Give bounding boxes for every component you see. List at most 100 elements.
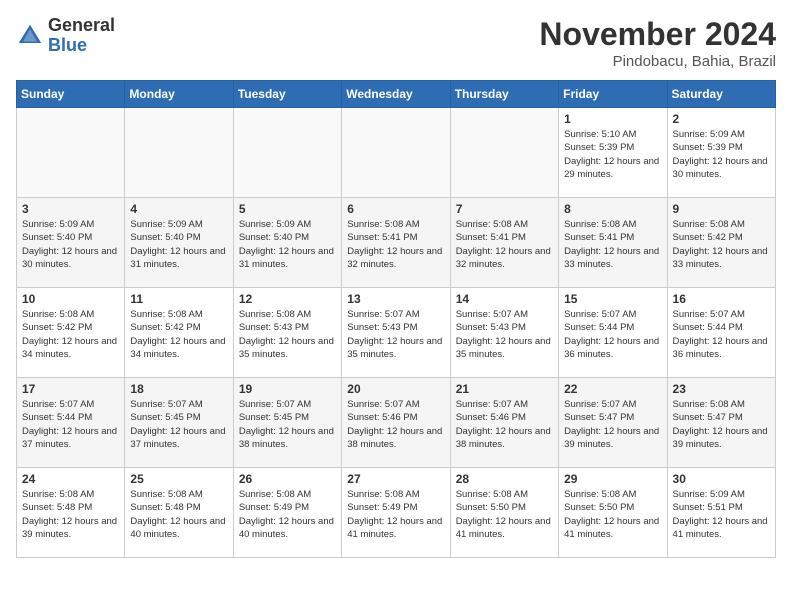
calendar-cell: 15Sunrise: 5:07 AM Sunset: 5:44 PM Dayli…	[559, 288, 667, 378]
title-block: November 2024 Pindobacu, Bahia, Brazil	[539, 16, 776, 70]
day-info: Sunrise: 5:09 AM Sunset: 5:40 PM Dayligh…	[130, 218, 227, 271]
calendar-week-row: 1 Sunrise: 5:10 AM Sunset: 5:39 PM Daylig…	[17, 108, 776, 198]
calendar-cell: 25Sunrise: 5:08 AM Sunset: 5:48 PM Dayli…	[125, 468, 233, 558]
calendar-cell: 11Sunrise: 5:08 AM Sunset: 5:42 PM Dayli…	[125, 288, 233, 378]
day-info: Sunrise: 5:07 AM Sunset: 5:45 PM Dayligh…	[130, 398, 227, 451]
calendar-cell: 27 Sunrise: 5:08 AM Sunset: 5:49 PM Dayli…	[342, 468, 450, 558]
day-info: Sunrise: 5:10 AM Sunset: 5:39 PM Dayligh…	[564, 128, 661, 181]
day-of-week-header: Wednesday	[342, 81, 450, 108]
calendar-cell	[125, 108, 233, 198]
day-number: 26	[239, 472, 336, 486]
day-info: Sunrise: 5:08 AM Sunset: 5:41 PM Dayligh…	[347, 218, 444, 271]
calendar-week-row: 24 Sunrise: 5:08 AM Sunset: 5:48 PM Dayli…	[17, 468, 776, 558]
day-number: 28	[456, 472, 553, 486]
calendar-cell: 9 Sunrise: 5:08 AM Sunset: 5:42 PM Daylig…	[667, 198, 775, 288]
day-info: Sunrise: 5:09 AM Sunset: 5:51 PM Dayligh…	[673, 488, 770, 541]
day-number: 30	[673, 472, 770, 486]
day-of-week-header: Friday	[559, 81, 667, 108]
day-number: 10	[22, 292, 119, 306]
calendar-cell: 18 Sunrise: 5:07 AM Sunset: 5:45 PM Dayli…	[125, 378, 233, 468]
page-header: General Blue November 2024 Pindobacu, Ba…	[16, 16, 776, 70]
day-of-week-header: Thursday	[450, 81, 558, 108]
calendar-cell: 24 Sunrise: 5:08 AM Sunset: 5:48 PM Dayli…	[17, 468, 125, 558]
logo-general: General	[48, 16, 115, 36]
day-info: Sunrise: 5:07 AM Sunset: 5:46 PM Dayligh…	[456, 398, 553, 451]
calendar-cell: 29Sunrise: 5:08 AM Sunset: 5:50 PM Dayli…	[559, 468, 667, 558]
day-info: Sunrise: 5:08 AM Sunset: 5:42 PM Dayligh…	[673, 218, 770, 271]
day-number: 9	[673, 202, 770, 216]
calendar-cell	[450, 108, 558, 198]
day-number: 12	[239, 292, 336, 306]
day-number: 21	[456, 382, 553, 396]
day-info: Sunrise: 5:08 AM Sunset: 5:47 PM Dayligh…	[673, 398, 770, 451]
day-number: 14	[456, 292, 553, 306]
day-number: 29	[564, 472, 661, 486]
day-number: 1	[564, 112, 661, 126]
calendar-header-row: SundayMondayTuesdayWednesdayThursdayFrid…	[17, 81, 776, 108]
calendar-cell: 22Sunrise: 5:07 AM Sunset: 5:47 PM Dayli…	[559, 378, 667, 468]
calendar-table: SundayMondayTuesdayWednesdayThursdayFrid…	[16, 80, 776, 558]
day-info: Sunrise: 5:07 AM Sunset: 5:43 PM Dayligh…	[347, 308, 444, 361]
day-info: Sunrise: 5:08 AM Sunset: 5:43 PM Dayligh…	[239, 308, 336, 361]
day-info: Sunrise: 5:08 AM Sunset: 5:48 PM Dayligh…	[22, 488, 119, 541]
calendar-cell: 17 Sunrise: 5:07 AM Sunset: 5:44 PM Dayli…	[17, 378, 125, 468]
day-number: 4	[130, 202, 227, 216]
calendar-cell: 26 Sunrise: 5:08 AM Sunset: 5:49 PM Dayli…	[233, 468, 341, 558]
day-number: 20	[347, 382, 444, 396]
calendar-cell: 19Sunrise: 5:07 AM Sunset: 5:45 PM Dayli…	[233, 378, 341, 468]
day-info: Sunrise: 5:07 AM Sunset: 5:46 PM Dayligh…	[347, 398, 444, 451]
calendar-cell: 6Sunrise: 5:08 AM Sunset: 5:41 PM Daylig…	[342, 198, 450, 288]
day-info: Sunrise: 5:08 AM Sunset: 5:48 PM Dayligh…	[130, 488, 227, 541]
calendar-cell: 13 Sunrise: 5:07 AM Sunset: 5:43 PM Dayli…	[342, 288, 450, 378]
day-of-week-header: Tuesday	[233, 81, 341, 108]
day-info: Sunrise: 5:07 AM Sunset: 5:47 PM Dayligh…	[564, 398, 661, 451]
logo: General Blue	[16, 16, 115, 56]
calendar-cell: 7 Sunrise: 5:08 AM Sunset: 5:41 PM Daylig…	[450, 198, 558, 288]
day-number: 5	[239, 202, 336, 216]
day-info: Sunrise: 5:08 AM Sunset: 5:50 PM Dayligh…	[456, 488, 553, 541]
day-number: 17	[22, 382, 119, 396]
day-info: Sunrise: 5:09 AM Sunset: 5:40 PM Dayligh…	[22, 218, 119, 271]
logo-icon	[16, 22, 44, 50]
day-info: Sunrise: 5:09 AM Sunset: 5:39 PM Dayligh…	[673, 128, 770, 181]
calendar-cell: 20 Sunrise: 5:07 AM Sunset: 5:46 PM Dayli…	[342, 378, 450, 468]
day-number: 23	[673, 382, 770, 396]
day-number: 18	[130, 382, 227, 396]
day-info: Sunrise: 5:08 AM Sunset: 5:49 PM Dayligh…	[239, 488, 336, 541]
calendar-cell: 5Sunrise: 5:09 AM Sunset: 5:40 PM Daylig…	[233, 198, 341, 288]
calendar-cell	[342, 108, 450, 198]
day-info: Sunrise: 5:08 AM Sunset: 5:42 PM Dayligh…	[130, 308, 227, 361]
calendar-week-row: 17 Sunrise: 5:07 AM Sunset: 5:44 PM Dayli…	[17, 378, 776, 468]
day-number: 13	[347, 292, 444, 306]
day-number: 3	[22, 202, 119, 216]
calendar-cell	[17, 108, 125, 198]
calendar-cell: 4 Sunrise: 5:09 AM Sunset: 5:40 PM Daylig…	[125, 198, 233, 288]
calendar-cell: 30 Sunrise: 5:09 AM Sunset: 5:51 PM Dayli…	[667, 468, 775, 558]
month-year: November 2024	[539, 16, 776, 53]
calendar-cell: 23 Sunrise: 5:08 AM Sunset: 5:47 PM Dayli…	[667, 378, 775, 468]
day-number: 16	[673, 292, 770, 306]
calendar-cell: 14 Sunrise: 5:07 AM Sunset: 5:43 PM Dayli…	[450, 288, 558, 378]
calendar-cell: 21 Sunrise: 5:07 AM Sunset: 5:46 PM Dayli…	[450, 378, 558, 468]
calendar-cell: 2Sunrise: 5:09 AM Sunset: 5:39 PM Daylig…	[667, 108, 775, 198]
day-info: Sunrise: 5:08 AM Sunset: 5:41 PM Dayligh…	[456, 218, 553, 271]
day-of-week-header: Saturday	[667, 81, 775, 108]
day-info: Sunrise: 5:07 AM Sunset: 5:45 PM Dayligh…	[239, 398, 336, 451]
day-number: 24	[22, 472, 119, 486]
location: Pindobacu, Bahia, Brazil	[539, 53, 776, 70]
logo-blue: Blue	[48, 36, 115, 56]
day-info: Sunrise: 5:07 AM Sunset: 5:44 PM Dayligh…	[22, 398, 119, 451]
day-number: 27	[347, 472, 444, 486]
calendar-cell: 3 Sunrise: 5:09 AM Sunset: 5:40 PM Daylig…	[17, 198, 125, 288]
calendar-cell: 28 Sunrise: 5:08 AM Sunset: 5:50 PM Dayli…	[450, 468, 558, 558]
day-info: Sunrise: 5:08 AM Sunset: 5:49 PM Dayligh…	[347, 488, 444, 541]
day-number: 15	[564, 292, 661, 306]
logo-text: General Blue	[48, 16, 115, 56]
day-of-week-header: Monday	[125, 81, 233, 108]
day-number: 8	[564, 202, 661, 216]
calendar-cell	[233, 108, 341, 198]
day-info: Sunrise: 5:07 AM Sunset: 5:43 PM Dayligh…	[456, 308, 553, 361]
calendar-week-row: 10 Sunrise: 5:08 AM Sunset: 5:42 PM Dayli…	[17, 288, 776, 378]
day-number: 7	[456, 202, 553, 216]
calendar-week-row: 3 Sunrise: 5:09 AM Sunset: 5:40 PM Daylig…	[17, 198, 776, 288]
